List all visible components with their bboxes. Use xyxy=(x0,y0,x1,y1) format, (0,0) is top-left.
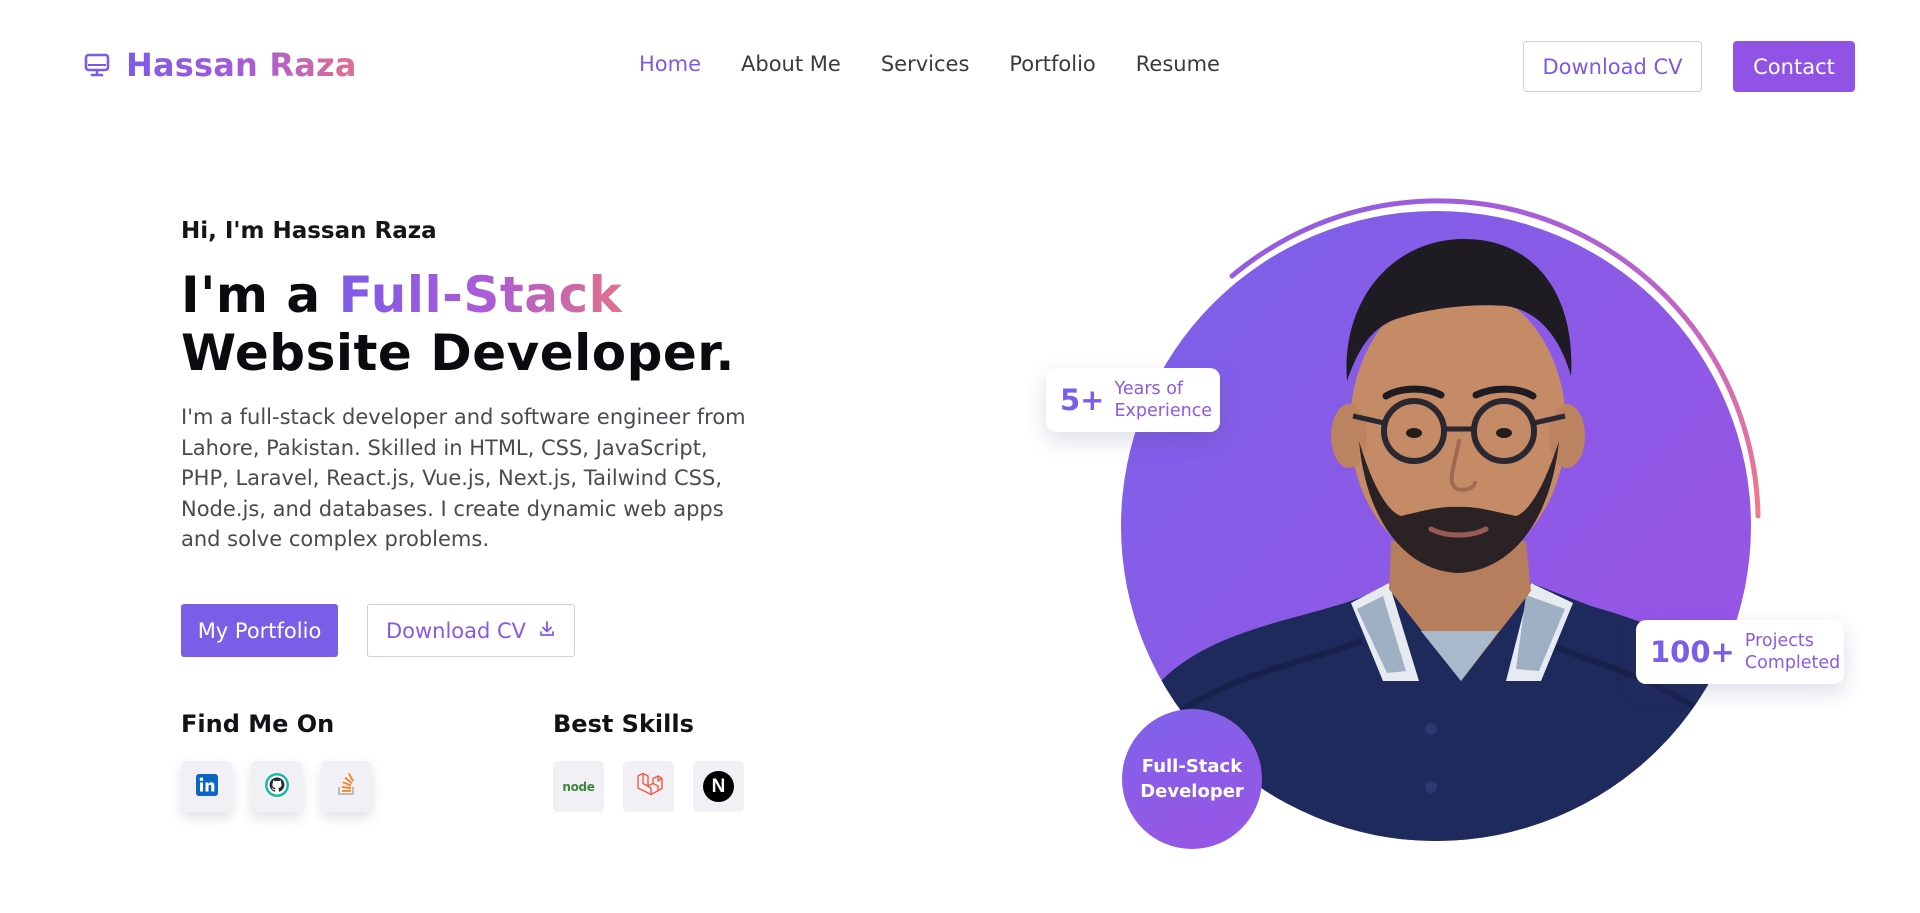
projects-value: 100+ xyxy=(1650,635,1735,669)
download-cv-label: Download CV xyxy=(385,618,527,643)
nextjs-letter: N xyxy=(711,775,726,797)
nodejs-wordmark: node xyxy=(562,779,595,794)
years-experience-card: 5+ Years of Experience xyxy=(1046,368,1220,432)
projects-label: Projects Completed xyxy=(1745,630,1840,674)
linkedin-link[interactable] xyxy=(181,761,232,812)
linkedin-icon xyxy=(195,773,219,801)
nav-services[interactable]: Services xyxy=(881,52,970,76)
nav-portfolio[interactable]: Portfolio xyxy=(1009,52,1095,76)
github-link[interactable] xyxy=(251,761,302,812)
headline-line2: Website Developer. xyxy=(181,324,735,382)
projects-label-line2: Completed xyxy=(1744,653,1841,673)
header-download-cv-button[interactable]: Download CV xyxy=(1523,41,1702,92)
my-portfolio-button[interactable]: My Portfolio xyxy=(181,604,338,657)
role-badge-line2: Developer xyxy=(1140,781,1244,802)
laravel-icon xyxy=(635,771,663,803)
skill-nodejs[interactable]: node xyxy=(553,761,604,812)
site-header: Hassan Raza Home About Me Services Portf… xyxy=(0,0,1920,133)
nextjs-icon: N xyxy=(703,771,734,802)
role-badge: Full-Stack Developer xyxy=(1122,709,1262,849)
contact-button[interactable]: Contact xyxy=(1733,41,1855,92)
headline-highlight: Full-Stack xyxy=(338,266,623,324)
stackoverflow-icon xyxy=(335,772,359,801)
stackoverflow-link[interactable] xyxy=(321,761,372,812)
skill-laravel[interactable] xyxy=(623,761,674,812)
nodejs-icon: node xyxy=(562,779,595,794)
hero-greeting: Hi, I'm Hassan Raza xyxy=(181,218,437,244)
monitor-icon xyxy=(82,50,112,80)
projects-completed-card: 100+ Projects Completed xyxy=(1636,620,1844,684)
brand[interactable]: Hassan Raza xyxy=(82,46,357,84)
nav-resume[interactable]: Resume xyxy=(1136,52,1220,76)
years-label: Years of Experience xyxy=(1114,378,1212,422)
years-value: 5+ xyxy=(1060,383,1105,417)
role-badge-line1: Full-Stack xyxy=(1141,756,1243,777)
download-cv-button[interactable]: Download CV xyxy=(367,604,575,657)
main-nav: Home About Me Services Portfolio Resume xyxy=(639,52,1220,76)
nav-home[interactable]: Home xyxy=(639,52,701,76)
brand-name: Hassan Raza xyxy=(126,46,357,84)
best-skills-title: Best Skills xyxy=(553,710,694,738)
nav-about-me[interactable]: About Me xyxy=(741,52,841,76)
hero-description: I'm a full-stack developer and software … xyxy=(181,405,746,551)
hero-headline: I'm a Full-Stack Website Developer. xyxy=(181,266,735,382)
download-icon xyxy=(538,619,556,643)
github-icon xyxy=(264,772,290,802)
years-label-line2: Experience xyxy=(1114,401,1213,421)
skill-nextjs[interactable]: N xyxy=(693,761,744,812)
years-label-line1: Years of xyxy=(1114,379,1184,399)
find-me-title: Find Me On xyxy=(181,710,335,738)
headline-prefix: I'm a xyxy=(181,266,339,324)
projects-label-line1: Projects xyxy=(1744,631,1814,651)
